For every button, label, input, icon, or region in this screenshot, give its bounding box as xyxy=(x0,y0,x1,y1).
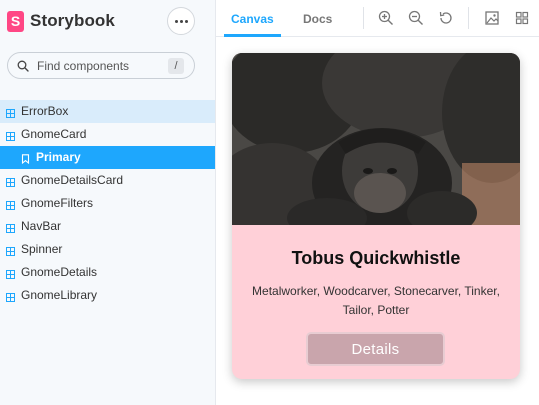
reset-zoom-icon[interactable] xyxy=(438,10,454,26)
sidebar-item-gnomefilters[interactable]: GnomeFilters xyxy=(0,192,215,215)
component-icon xyxy=(6,107,15,118)
toolbar-divider xyxy=(468,7,469,29)
sidebar-item-label: NavBar xyxy=(21,219,62,233)
component-icon xyxy=(6,222,15,233)
sidebar-item-label: GnomeDetails xyxy=(21,265,98,279)
storybook-logo-icon: S xyxy=(7,10,24,32)
sidebar-item-label: ErrorBox xyxy=(21,104,69,118)
details-button[interactable]: Details xyxy=(306,332,445,366)
sidebar-item-gnomedetails[interactable]: GnomeDetails xyxy=(0,261,215,284)
zoom-in-icon[interactable] xyxy=(378,10,394,26)
brand[interactable]: S Storybook xyxy=(7,10,115,32)
component-icon xyxy=(6,291,15,302)
search-input[interactable]: Find components xyxy=(37,59,129,73)
component-icon xyxy=(6,199,15,210)
component-icon xyxy=(6,130,15,141)
search-icon xyxy=(17,60,29,72)
sidebar-item-gnomelibrary[interactable]: GnomeLibrary xyxy=(0,284,215,307)
gnome-photo xyxy=(232,53,520,225)
more-options-button[interactable] xyxy=(167,7,195,35)
ellipsis-dot xyxy=(184,19,188,23)
grid-icon[interactable] xyxy=(514,10,530,26)
sidebar-item-label: GnomeLibrary xyxy=(21,288,98,302)
zoom-out-icon[interactable] xyxy=(408,10,424,26)
sidebar-item-label: GnomeDetailsCard xyxy=(21,173,124,187)
sidebar-item-label: Primary xyxy=(36,150,81,164)
component-icon xyxy=(6,245,15,256)
sidebar-item-label: Spinner xyxy=(21,242,63,256)
sidebar-item-label: GnomeFilters xyxy=(21,196,94,210)
gnome-professions: Metalworker, Woodcarver, Stonecarver, Ti… xyxy=(252,284,500,317)
search-field[interactable]: Find components / xyxy=(7,52,195,79)
sidebar-item-errorbox[interactable]: ErrorBox xyxy=(0,100,215,123)
sidebar-item-gnomedetailscard[interactable]: GnomeDetailsCard xyxy=(0,169,215,192)
tab-docs[interactable]: Docs xyxy=(303,0,332,37)
ellipsis-icon xyxy=(174,19,178,23)
toolbar-divider xyxy=(363,7,364,29)
component-icon xyxy=(6,176,15,187)
canvas-preview: Tobus Quickwhistle Metalworker, Woodcarv… xyxy=(216,38,539,405)
sidebar-item-navbar[interactable]: NavBar xyxy=(0,215,215,238)
sidebar-item-spinner[interactable]: Spinner xyxy=(0,238,215,261)
component-tree: ErrorBox GnomeCard Primary GnomeDetailsC… xyxy=(0,100,215,307)
ellipsis-dot xyxy=(179,19,183,23)
bookmark-icon xyxy=(21,153,30,165)
tab-canvas[interactable]: Canvas xyxy=(224,0,281,37)
component-icon xyxy=(6,268,15,279)
gnome-name: Tobus Quickwhistle xyxy=(291,248,461,268)
brand-name: Storybook xyxy=(30,11,115,30)
gnome-card: Tobus Quickwhistle Metalworker, Woodcarv… xyxy=(232,53,520,379)
toolbar: Canvas Docs xyxy=(216,0,539,37)
logo-letter: S xyxy=(10,13,21,29)
search-shortcut-badge: / xyxy=(168,58,184,74)
background-icon[interactable] xyxy=(484,10,500,26)
sidebar: S Storybook Find components / ErrorBox G… xyxy=(0,0,216,405)
sidebar-item-gnomecard[interactable]: GnomeCard xyxy=(0,123,215,146)
sidebar-item-primary-story[interactable]: Primary xyxy=(0,146,215,169)
sidebar-item-label: GnomeCard xyxy=(21,127,87,141)
